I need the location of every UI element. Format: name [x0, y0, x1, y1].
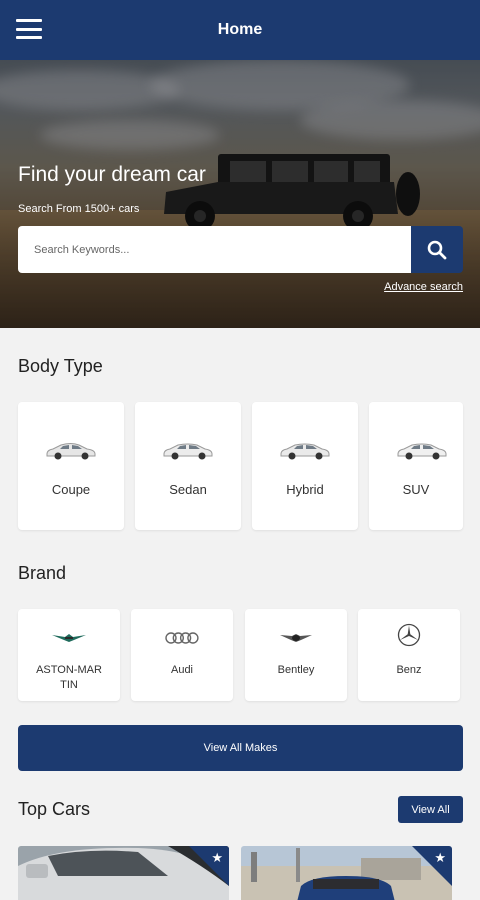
page-title: Home [217, 21, 263, 38]
audi-logo-icon [165, 632, 199, 644]
brand-heading: Brand [18, 563, 67, 583]
body-type-card-hybrid[interactable]: Hybrid [252, 402, 358, 530]
car-icon [46, 443, 96, 460]
app-bar: Home [0, 0, 480, 60]
view-all-makes-button[interactable]: View All Makes [18, 725, 463, 771]
brand-label: ASTON-MARTIN [36, 664, 102, 691]
aston-martin-logo-icon [52, 634, 86, 642]
top-car-card[interactable]: ★ [18, 846, 229, 900]
body-type-label: SUV [402, 482, 430, 497]
mercedes-benz-logo-icon [397, 623, 421, 647]
view-all-button[interactable]: View All [398, 796, 463, 823]
bentley-logo-icon [280, 634, 312, 642]
car-icon [163, 443, 213, 460]
hero-subtitle: Search From 1500+ cars [18, 203, 140, 215]
body-type-card-coupe[interactable]: Coupe [18, 402, 124, 530]
car-icon [280, 443, 330, 460]
top-car-card[interactable]: ★ [241, 846, 452, 900]
brand-card-audi[interactable]: Audi [131, 609, 233, 701]
brand-label: Benz [396, 664, 422, 676]
hero-banner: Find your dream car Search From 1500+ ca… [0, 60, 480, 328]
body-type-label: Hybrid [286, 482, 324, 497]
body-type-card-sedan[interactable]: Sedan [135, 402, 241, 530]
brand-label: Bentley [277, 664, 315, 676]
top-cars-heading: Top Cars [18, 799, 91, 819]
search-icon [427, 240, 447, 259]
search-button[interactable] [411, 226, 463, 273]
car-icon [397, 443, 447, 460]
advance-search-link[interactable]: Advance search [384, 281, 463, 293]
body-type-heading: Body Type [18, 356, 103, 376]
brand-card-bentley[interactable]: Bentley [245, 609, 347, 701]
star-icon: ★ [434, 850, 446, 865]
search-input[interactable] [18, 226, 411, 273]
hero-title: Find your dream car [18, 163, 206, 186]
brand-card-benz[interactable]: Benz [358, 609, 460, 701]
brand-label: Audi [170, 664, 194, 676]
body-type-card-suv[interactable]: SUV [369, 402, 463, 530]
star-icon: ★ [211, 850, 223, 865]
brand-card-aston-martin[interactable]: ASTON-MARTIN [18, 609, 120, 701]
body-type-label: Sedan [169, 482, 207, 497]
hamburger-menu-icon[interactable] [14, 16, 44, 42]
body-type-label: Coupe [51, 482, 91, 497]
